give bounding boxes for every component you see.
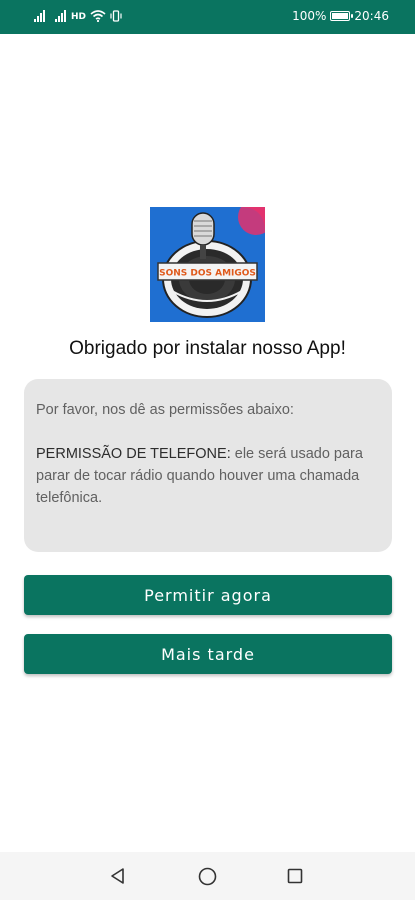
page-title: Obrigado por instalar nosso App! bbox=[69, 338, 346, 359]
permissions-box[interactable]: Por favor, nos dê as permissões abaixo: … bbox=[24, 379, 392, 552]
status-icons-left: HD bbox=[34, 10, 122, 22]
clock: 20:46 bbox=[354, 9, 389, 23]
signal-icon-2 bbox=[55, 10, 66, 22]
status-bar: HD 100% 20:46 bbox=[0, 0, 415, 34]
permissions-intro: Por favor, nos dê as permissões abaixo: bbox=[36, 402, 294, 418]
home-icon[interactable] bbox=[198, 867, 217, 886]
back-icon[interactable] bbox=[109, 867, 127, 885]
logo-text: SONS DOS AMIGOS bbox=[159, 269, 256, 279]
navigation-bar bbox=[0, 852, 415, 900]
recent-apps-icon[interactable] bbox=[287, 868, 303, 884]
wifi-icon bbox=[90, 10, 106, 22]
signal-icon bbox=[34, 10, 45, 22]
phone-permission-label: PERMISSÃO DE TELEFONE: bbox=[36, 446, 231, 462]
battery-icon bbox=[330, 11, 354, 21]
vibrate-icon bbox=[110, 10, 122, 22]
allow-now-button[interactable]: Permitir agora bbox=[24, 575, 392, 615]
later-button[interactable]: Mais tarde bbox=[24, 634, 392, 674]
app-logo: SONS DOS AMIGOS bbox=[150, 207, 265, 322]
network-type-label: HD bbox=[71, 12, 87, 22]
status-icons-right: 100% 20:46 bbox=[292, 9, 389, 23]
phone-permission-text: PERMISSÃO DE TELEFONE: ele será usado pa… bbox=[36, 443, 380, 509]
battery-percent: 100% bbox=[292, 9, 327, 23]
